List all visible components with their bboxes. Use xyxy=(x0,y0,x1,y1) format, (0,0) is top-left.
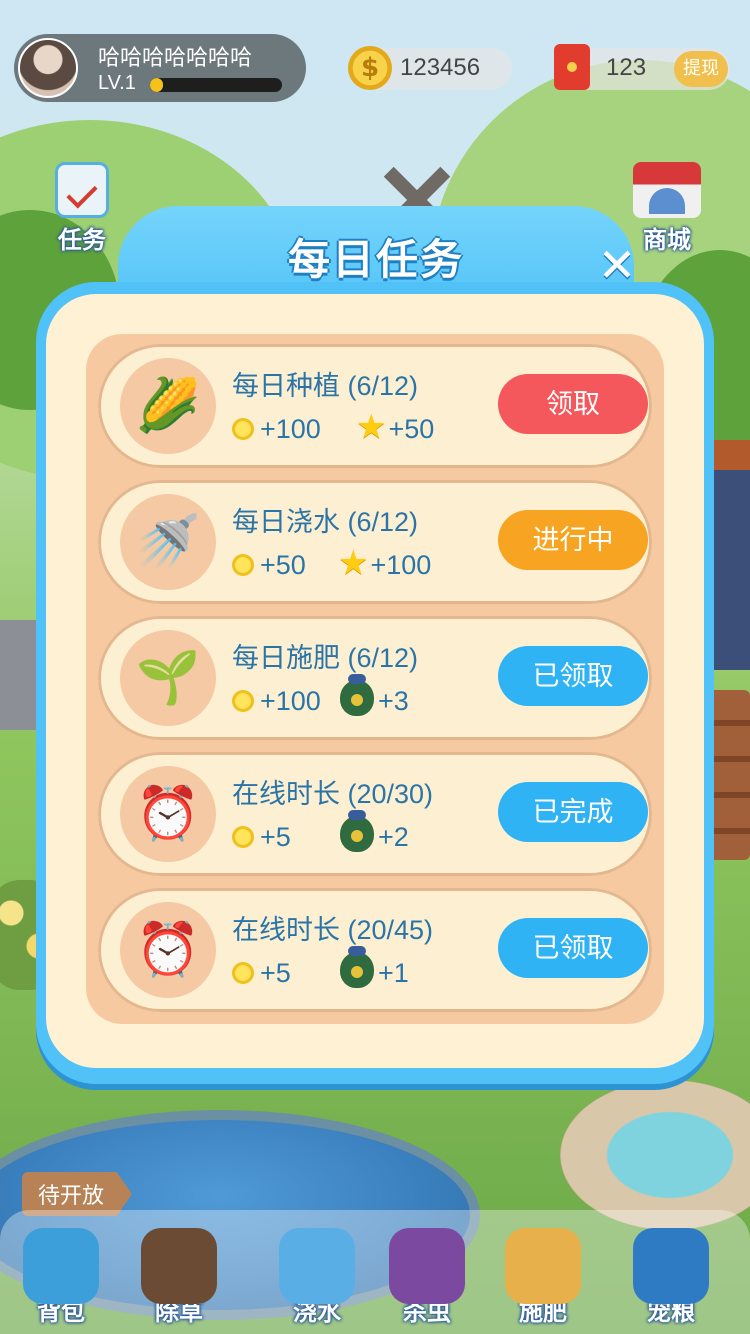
seed-bag-icon xyxy=(340,673,374,716)
dock-backpack-button[interactable]: 背包 xyxy=(6,1228,116,1327)
task-title: 每日施肥 (6/12) xyxy=(232,643,419,673)
dock-fertilizer-button[interactable]: 施肥 xyxy=(488,1228,598,1327)
reward-coins: +50 xyxy=(232,550,306,584)
close-icon[interactable]: ✕ xyxy=(592,240,642,290)
seed-bag-icon xyxy=(340,809,374,852)
coin-icon xyxy=(232,825,254,848)
coin-icon xyxy=(232,417,254,440)
coin-icon: $ xyxy=(348,46,392,90)
player-profile[interactable]: 哈哈哈哈哈哈哈 LV.1 xyxy=(14,34,306,102)
task-action-button[interactable]: 已领取 xyxy=(498,646,648,706)
reward-coins-amount: +50 xyxy=(260,550,306,580)
reward-coins-amount: +5 xyxy=(260,822,291,852)
reward-star-amount: +100 xyxy=(370,550,432,580)
pet-food-icon xyxy=(633,1228,709,1304)
task-title: 在线时长 (20/30) xyxy=(232,779,434,809)
avatar[interactable] xyxy=(18,38,78,98)
coin-icon xyxy=(232,961,254,984)
task-action-button[interactable]: 已完成 xyxy=(498,782,648,842)
task-card: 🚿 每日浇水 (6/12) +50 ★+100 进行中 xyxy=(98,480,652,604)
player-nickname: 哈哈哈哈哈哈哈 xyxy=(98,45,253,70)
coin-icon xyxy=(232,689,254,712)
reward-coins: +100 xyxy=(232,414,321,448)
alarm-clock-icon: ⏰ xyxy=(120,902,216,998)
dock-shovel-button[interactable]: 除草 xyxy=(124,1228,234,1327)
reward-seed-bag: +2 xyxy=(340,809,409,856)
player-level: LV.1 xyxy=(98,72,136,94)
task-action-button[interactable]: 领取 xyxy=(498,374,648,434)
xp-progress-bar xyxy=(150,78,282,92)
star-icon: ★ xyxy=(338,543,369,582)
dock-watering-can-button[interactable]: 浇水 xyxy=(262,1228,372,1327)
task-action-button[interactable]: 进行中 xyxy=(498,510,648,570)
reward-coins-amount: +100 xyxy=(260,686,321,716)
red-packet-icon xyxy=(554,44,590,90)
reward-star-amount: +50 xyxy=(388,414,435,444)
reward-coins-amount: +100 xyxy=(260,414,321,444)
fertilizer-icon xyxy=(505,1228,581,1304)
watering-can-icon: 🚿 xyxy=(120,494,216,590)
task-card: ⏰ 在线时长 (20/30) +5 +2 已完成 xyxy=(98,752,652,876)
coin-icon xyxy=(232,553,254,576)
signpost-label: 待开放 xyxy=(38,1184,105,1209)
task-label: 任务 xyxy=(58,226,106,254)
task-list-icon xyxy=(55,162,109,218)
reward-coins-amount: +5 xyxy=(260,958,291,988)
shop-icon xyxy=(633,162,701,218)
task-button[interactable]: 任务 xyxy=(50,162,114,255)
shovel-icon xyxy=(141,1228,217,1304)
watering-can-icon xyxy=(279,1228,355,1304)
star-icon: ★ xyxy=(356,407,387,446)
reward-star: ★+50 xyxy=(356,408,435,448)
task-card: 🌽 每日种植 (6/12) +100 ★+50 领取 xyxy=(98,344,652,468)
task-action-button[interactable]: 已领取 xyxy=(498,918,648,978)
dock-pesticide-button[interactable]: 杀虫 xyxy=(372,1228,482,1327)
pesticide-icon xyxy=(389,1228,465,1304)
red-packet-count: 123 xyxy=(606,54,647,81)
shop-label: 商城 xyxy=(643,226,691,254)
reward-coins: +5 xyxy=(232,958,291,992)
reward-seed-bag-amount: +1 xyxy=(378,958,409,988)
task-card: 🌱 每日施肥 (6/12) +100 +3 已领取 xyxy=(98,616,652,740)
reward-seed-bag-amount: +2 xyxy=(378,822,409,852)
task-title: 每日浇水 (6/12) xyxy=(232,507,419,537)
corn-icon: 🌽 xyxy=(120,358,216,454)
task-list: 🌽 每日种植 (6/12) +100 ★+50 领取 🚿 每日浇水 (6/12) +50 ★+1… xyxy=(86,334,664,1024)
task-card: ⏰ 在线时长 (20/45) +5 +1 已领取 xyxy=(98,888,652,1012)
xp-progress-fill xyxy=(150,78,164,92)
task-title: 每日种植 (6/12) xyxy=(232,371,419,401)
backpack-icon xyxy=(23,1228,99,1304)
reward-star: ★+100 xyxy=(338,544,432,584)
dock-pet-food-button[interactable]: 宠粮 xyxy=(616,1228,726,1327)
fertilizer-bag-icon: 🌱 xyxy=(120,630,216,726)
modal-body: 🌽 每日种植 (6/12) +100 ★+50 领取 🚿 每日浇水 (6/12) +50 ★+1… xyxy=(46,294,704,1068)
reward-seed-bag: +1 xyxy=(340,945,409,992)
task-title: 在线时长 (20/45) xyxy=(232,915,434,945)
coin-balance: $ 123456 xyxy=(348,46,512,90)
reward-coins: +5 xyxy=(232,822,291,856)
red-packet-balance: 123 提现 xyxy=(554,44,730,90)
reward-seed-bag: +3 xyxy=(340,673,409,720)
reward-coins: +100 xyxy=(232,686,321,720)
fountain[interactable] xyxy=(560,1080,750,1230)
seed-bag-icon xyxy=(340,945,374,988)
withdraw-button[interactable]: 提现 xyxy=(674,51,728,87)
alarm-clock-icon: ⏰ xyxy=(120,766,216,862)
modal-title: 每日任务 xyxy=(287,235,464,284)
coin-count: 123456 xyxy=(400,54,481,81)
reward-seed-bag-amount: +3 xyxy=(378,686,409,716)
daily-task-modal: 🌽 每日种植 (6/12) +100 ★+50 领取 🚿 每日浇水 (6/12) +50 ★+1… xyxy=(36,282,714,1084)
